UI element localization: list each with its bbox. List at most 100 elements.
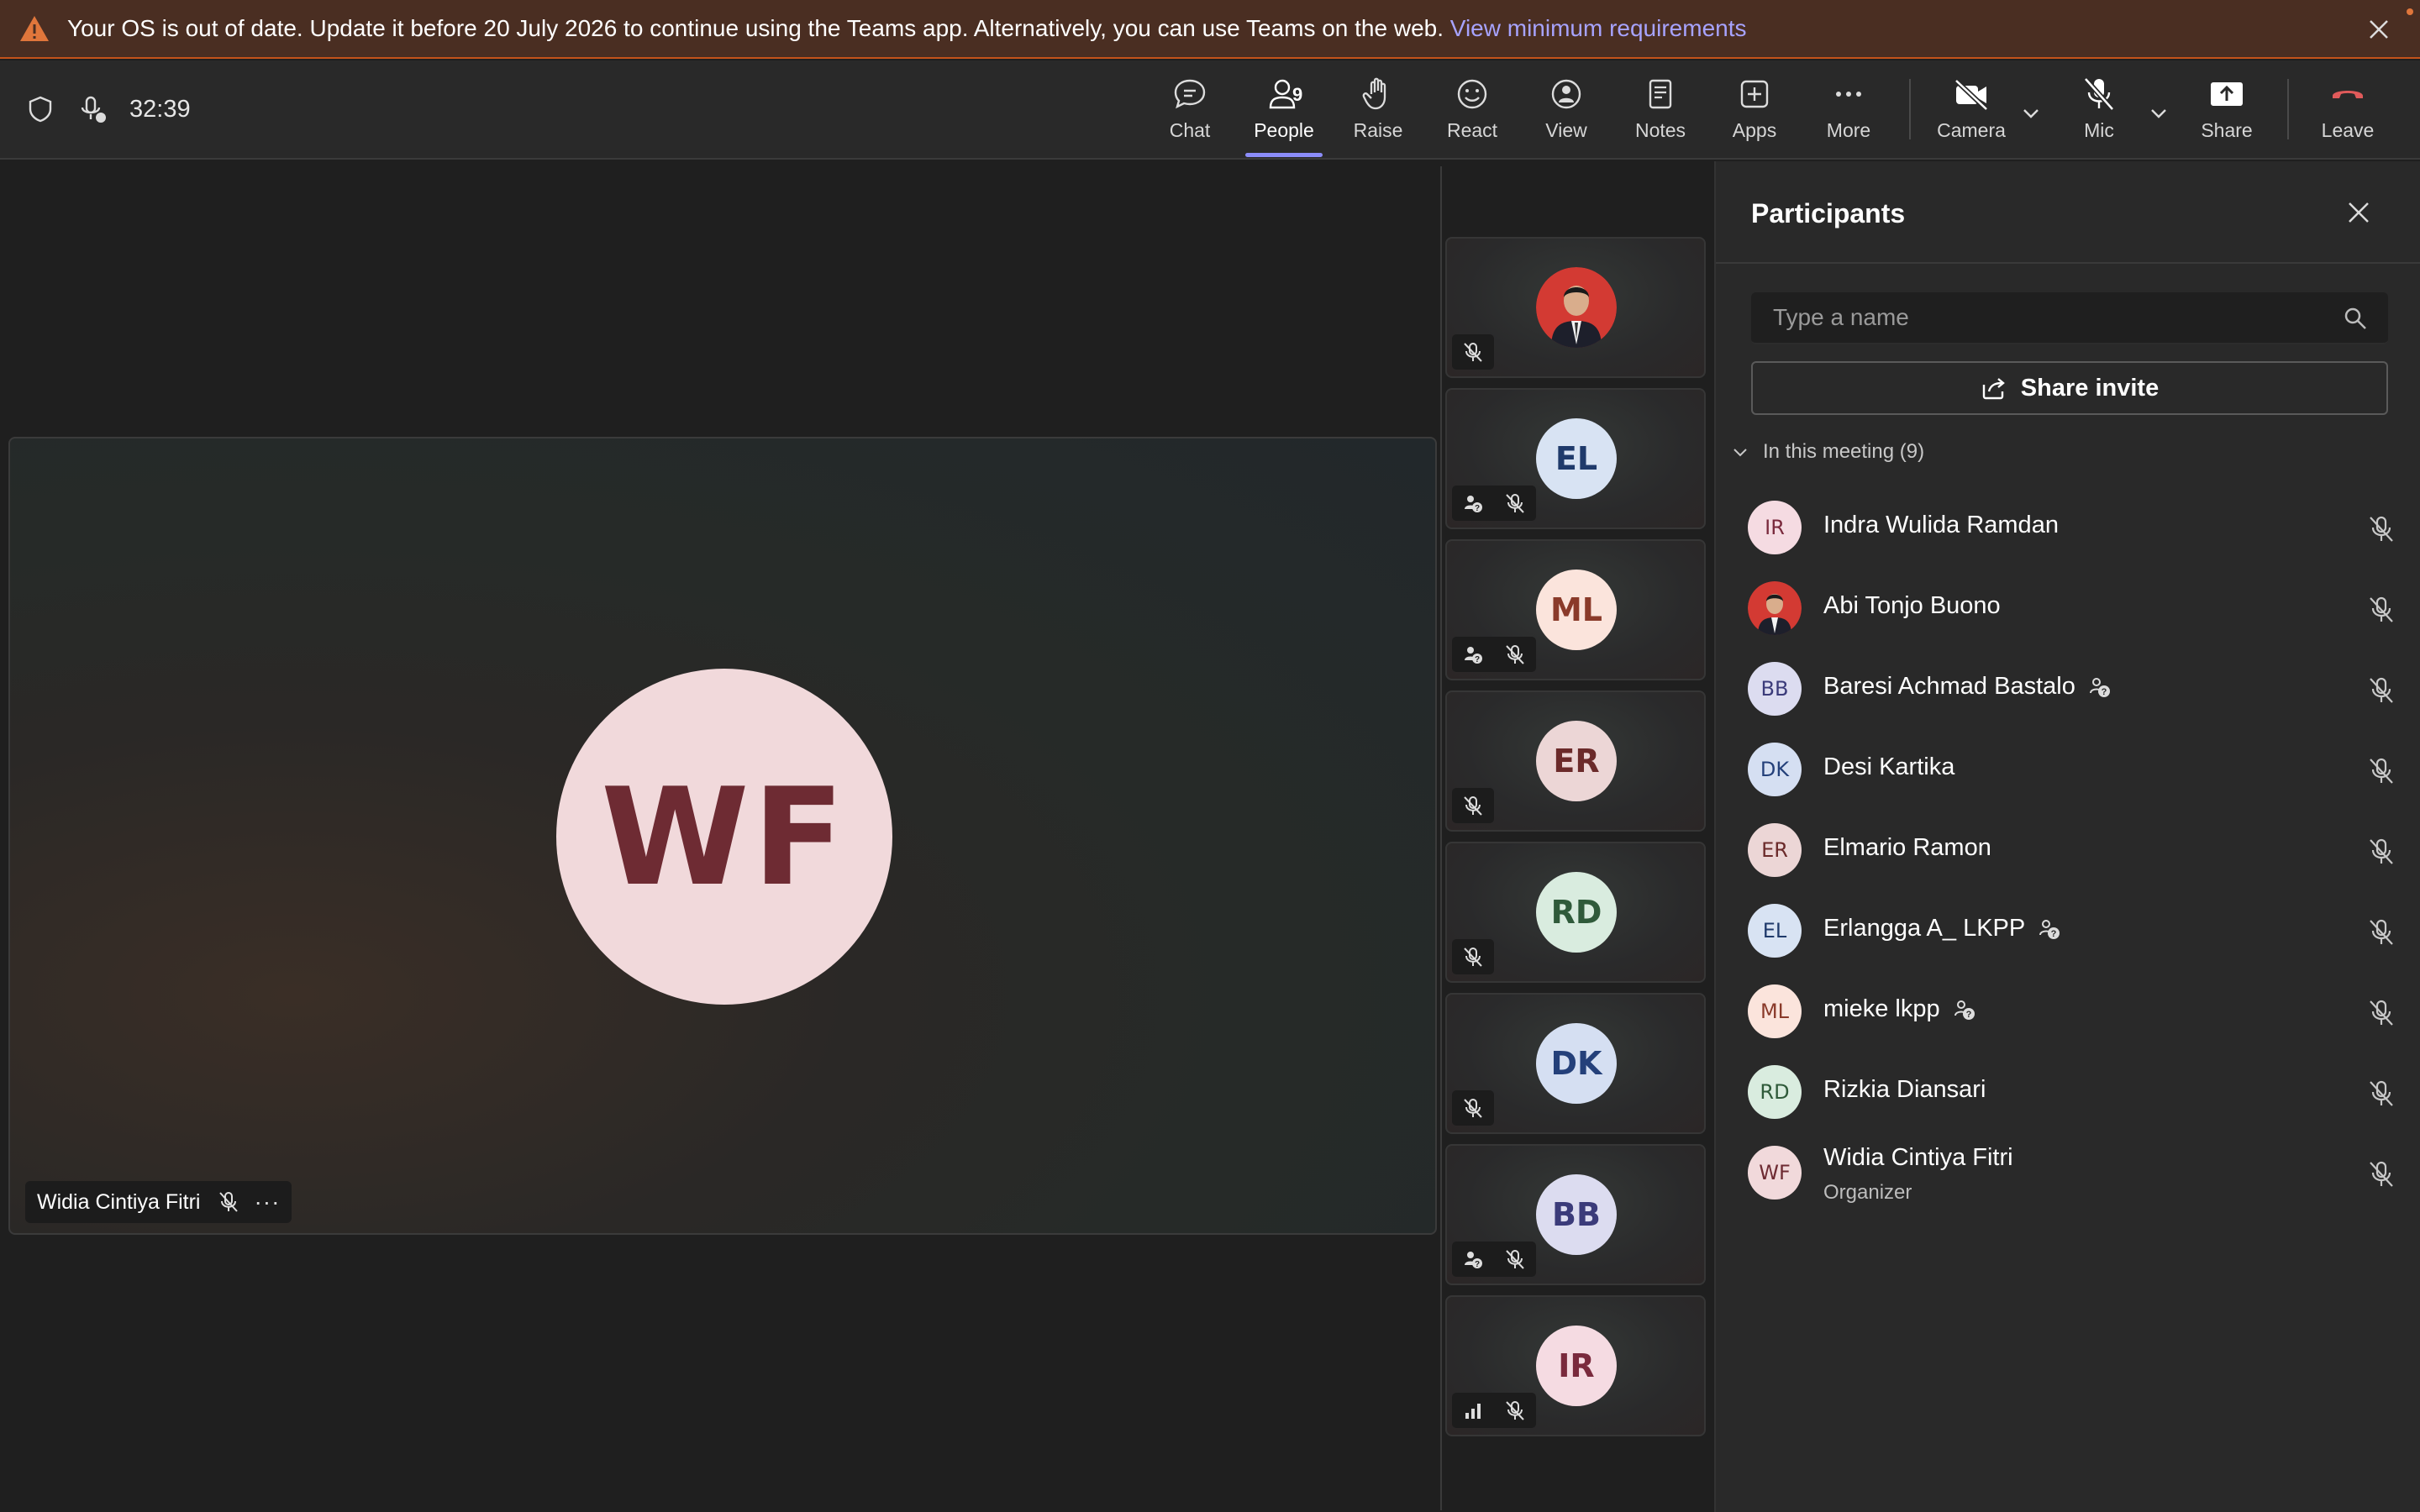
mic-off-icon[interactable] [2366, 837, 2396, 867]
svg-text:?: ? [2051, 929, 2057, 939]
in-meeting-section-toggle[interactable]: In this meeting (9) [1731, 440, 1924, 464]
participant-tile[interactable] [1445, 237, 1706, 378]
unverified-user-icon: ? [1452, 486, 1494, 521]
participant-tile[interactable]: ML ? [1445, 539, 1706, 680]
mic-off-icon[interactable] [2366, 917, 2396, 948]
camera-button[interactable]: Camera [1929, 76, 2013, 151]
tile-status [1452, 334, 1494, 370]
close-icon[interactable] [2346, 200, 2371, 225]
tile-status [1452, 939, 1494, 974]
mic-off-icon [1494, 637, 1536, 672]
section-label: In this meeting (9) [1763, 440, 1925, 463]
camera-label: Camera [1937, 119, 2006, 141]
mic-label: Mic [2084, 119, 2114, 141]
leave-button[interactable]: Leave [2306, 76, 2390, 151]
participant-avatar: RD [1748, 1065, 1802, 1119]
stage-name-tag: Widia Cintiya Fitri ··· [25, 1181, 292, 1223]
mic-off-icon[interactable] [2366, 1159, 2396, 1189]
participant-tile[interactable]: EL ? [1445, 388, 1706, 529]
toolbar-divider [1909, 79, 1911, 139]
mic-off-icon [1494, 1393, 1536, 1428]
participant-name: Abi Tonjo Buono [1823, 592, 2001, 620]
share-invite-label: Share invite [2020, 374, 2160, 402]
unverified-user-icon: ? [2089, 677, 2110, 697]
name-text: Erlangga A_ LKPP [1823, 915, 2026, 942]
chat-label: Chat [1169, 119, 1211, 141]
view-requirements-link[interactable]: View minimum requirements [1450, 15, 1747, 41]
tile-status [1452, 1393, 1536, 1428]
participant-name: Widia Cintiya Fitri [1823, 1144, 2013, 1172]
name-text: Rizkia Diansari [1823, 1076, 1986, 1103]
mic-off-icon [1452, 1090, 1494, 1126]
apps-button[interactable]: Apps [1712, 76, 1797, 151]
participant-row[interactable]: Abi Tonjo Buono [1748, 570, 2403, 640]
participant-row[interactable]: WF Widia Cintiya Fitri Organizer [1748, 1134, 2403, 1205]
participant-row[interactable]: ML mieke lkpp ? [1748, 973, 2403, 1043]
unverified-user-icon: ? [2039, 919, 2060, 939]
more-options-icon[interactable]: ··· [254, 1189, 280, 1215]
main-video-stage[interactable]: WF Widia Cintiya Fitri ··· [8, 437, 1437, 1235]
participant-tile[interactable]: IR [1445, 1295, 1706, 1436]
participant-row[interactable]: RD Rizkia Diansari [1748, 1053, 2403, 1124]
participant-row[interactable]: IR Indra Wulida Ramdan [1748, 489, 2403, 559]
tile-avatar: IR [1536, 1326, 1617, 1406]
participant-row[interactable]: DK Desi Kartika [1748, 731, 2403, 801]
search-icon[interactable] [2343, 306, 2368, 331]
more-button[interactable]: More [1807, 76, 1891, 151]
participant-row[interactable]: EL Erlangga A_ LKPP ? [1748, 892, 2403, 963]
recording-icon[interactable] [77, 94, 108, 124]
mic-button[interactable]: Mic [2057, 76, 2141, 151]
share-button[interactable]: Share [2185, 76, 2269, 151]
svg-text:?: ? [1475, 655, 1480, 664]
close-banner-icon[interactable] [2366, 17, 2391, 42]
react-label: React [1446, 119, 1498, 141]
view-button[interactable]: View [1524, 76, 1608, 151]
participant-row[interactable]: ER Elmario Ramon [1748, 811, 2403, 882]
people-button[interactable]: 9 People [1242, 76, 1326, 151]
mic-off-icon[interactable] [2366, 514, 2396, 544]
participant-tile[interactable]: BB ? [1445, 1144, 1706, 1285]
react-button[interactable]: React [1430, 76, 1514, 151]
tile-status: ? [1452, 637, 1536, 672]
mic-off-icon[interactable] [2366, 675, 2396, 706]
name-text: Baresi Achmad Bastalo [1823, 673, 2075, 700]
mic-options-chevron-icon[interactable] [2148, 102, 2170, 124]
participant-tile[interactable]: RD [1445, 842, 1706, 983]
mic-off-icon [1494, 1242, 1536, 1277]
warning-icon [20, 16, 49, 41]
mic-off-icon [1452, 788, 1494, 823]
more-label: More [1826, 119, 1871, 141]
camera-options-chevron-icon[interactable] [2020, 102, 2042, 124]
panel-divider [1716, 262, 2420, 264]
name-text: Abi Tonjo Buono [1823, 592, 2001, 619]
raise-hand-button[interactable]: Raise [1336, 76, 1420, 151]
profile-photo [1536, 267, 1617, 348]
mic-off-icon[interactable] [2366, 595, 2396, 625]
name-text: mieke lkpp [1823, 995, 1940, 1022]
participant-name: Elmario Ramon [1823, 834, 1991, 862]
participant-tile[interactable]: DK [1445, 993, 1706, 1134]
notes-button[interactable]: Notes [1618, 76, 1702, 151]
search-input[interactable] [1751, 292, 2339, 343]
mic-off-icon[interactable] [2366, 1079, 2396, 1109]
mic-off-icon[interactable] [2366, 998, 2396, 1028]
unverified-user-icon: ? [1954, 1000, 1975, 1020]
svg-text:?: ? [1965, 1010, 1971, 1020]
notes-icon [1649, 79, 1672, 109]
participant-name: Indra Wulida Ramdan [1823, 512, 2059, 539]
tile-status: ? [1452, 1242, 1536, 1277]
shield-icon[interactable] [25, 94, 55, 124]
tile-avatar: BB [1536, 1174, 1617, 1255]
participant-avatar: EL [1748, 904, 1802, 958]
participant-row[interactable]: BB Baresi Achmad Bastalo ? [1748, 650, 2403, 721]
share-label: Share [2201, 119, 2253, 141]
stage-participant-name: Widia Cintiya Fitri [37, 1189, 201, 1214]
mic-off-icon[interactable] [2366, 756, 2396, 786]
participant-tile[interactable]: ER [1445, 690, 1706, 832]
chat-button[interactable]: Chat [1148, 76, 1232, 151]
participant-name: Erlangga A_ LKPP ? [1823, 915, 2062, 942]
participant-name: mieke lkpp ? [1823, 995, 1977, 1023]
name-text: Indra Wulida Ramdan [1823, 512, 2059, 538]
mic-off-icon [1452, 334, 1494, 370]
share-invite-button[interactable]: Share invite [1751, 361, 2388, 415]
